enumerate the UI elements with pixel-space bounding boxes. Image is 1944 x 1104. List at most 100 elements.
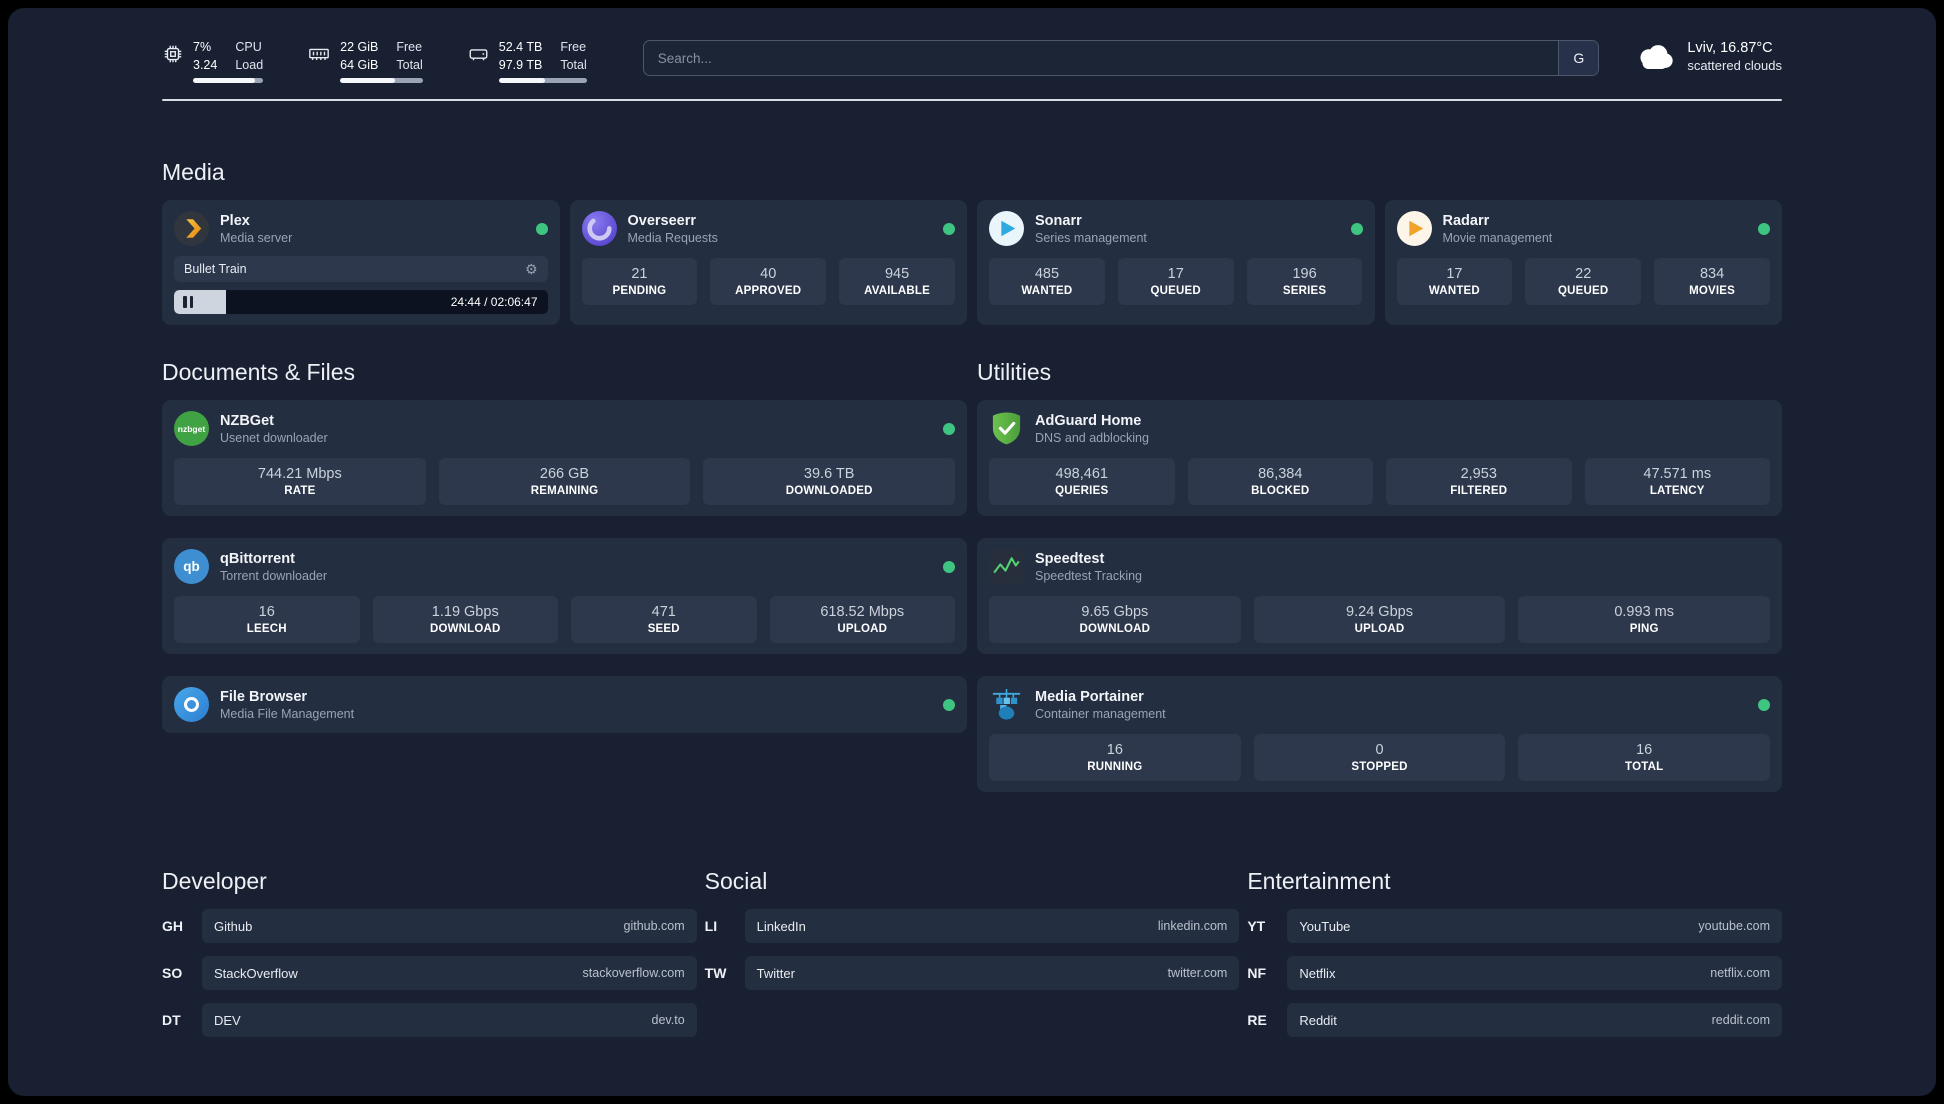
link-name: Twitter <box>756 965 795 981</box>
stat-label: UPLOAD <box>837 623 888 636</box>
nzbget-icon: nzbget <box>174 411 209 447</box>
status-dot <box>943 222 955 235</box>
plex-icon <box>174 211 209 247</box>
stat-value: 2,953 <box>1460 466 1497 483</box>
sonarr-icon <box>989 211 1024 247</box>
netflix-link[interactable]: Netflix netflix.com <box>1287 956 1782 991</box>
twitter-link[interactable]: Twitter twitter.com <box>744 956 1240 991</box>
stat-label: DOWNLOAD <box>1079 623 1151 636</box>
utilities-section-title: Utilities <box>977 359 1052 386</box>
disk-icon <box>469 49 488 61</box>
pause-icon[interactable] <box>183 296 193 309</box>
gear-icon[interactable]: ⚙ <box>525 262 538 276</box>
adguard-card[interactable]: AdGuard Home DNS and adblocking 498,461 … <box>977 400 1782 517</box>
stat-label: FILTERED <box>1450 485 1508 498</box>
portainer-card[interactable]: Media Portainer Container management 16 … <box>977 676 1782 793</box>
stat-value: 0.993 ms <box>1614 604 1674 621</box>
stat-label: BLOCKED <box>1251 485 1310 498</box>
link-name: YouTube <box>1299 918 1351 934</box>
nzbget-card[interactable]: nzbget NZBGet Usenet downloader 744.21 M… <box>162 400 967 517</box>
sonarr-card[interactable]: Sonarr Series management 485 WANTED 17 Q… <box>977 200 1375 326</box>
status-dot <box>1350 222 1363 235</box>
search-input[interactable] <box>643 41 1559 75</box>
reddit-link[interactable]: Reddit reddit.com <box>1287 1003 1782 1038</box>
entertainment-section-title: Entertainment <box>1247 868 1391 895</box>
youtube-link[interactable]: YouTube youtube.com <box>1287 909 1782 944</box>
app-name: Radarr <box>1442 212 1490 229</box>
stat-label: RUNNING <box>1087 761 1143 774</box>
link-row-dev: DT DEV dev.to <box>162 1003 697 1038</box>
social-section-title: Social <box>704 868 768 895</box>
search-engine-button[interactable]: G <box>1558 41 1599 75</box>
stat-label: REMAINING <box>530 485 599 498</box>
github-link[interactable]: Github github.com <box>202 909 697 944</box>
stat-value: 196 <box>1292 266 1317 283</box>
cpu-load-value: 3.24 <box>193 58 218 73</box>
disk-metric: 52.4 TB 97.9 TB Free Total <box>467 38 587 84</box>
disk-free-value: 52.4 TB <box>498 40 543 54</box>
stat-value: 744.21 Mbps <box>257 466 342 483</box>
radarr-icon <box>1396 211 1432 247</box>
media-section-title: Media <box>162 159 225 186</box>
app-subtitle: Media server <box>220 230 293 245</box>
filebrowser-card[interactable]: File Browser Media File Management <box>162 676 967 734</box>
stat-filtered: 2,953 FILTERED <box>1386 458 1572 506</box>
now-playing-row: Bullet Train ⚙ <box>174 256 548 283</box>
dashboard-app: 7% 3.24 CPU Load 22 GiB 64 GiB Free Tota… <box>8 8 1936 1096</box>
cpu-label: CPU <box>235 40 262 54</box>
stat-running: 16 RUNNING <box>989 734 1241 782</box>
plex-card[interactable]: Plex Media server Bullet Train ⚙ 24:44 /… <box>162 200 560 326</box>
radarr-card[interactable]: Radarr Movie management 17 WANTED 22 QUE… <box>1384 200 1782 326</box>
playback-progress-bar[interactable]: 24:44 / 02:06:47 <box>174 290 548 315</box>
stat-value: 945 <box>884 266 910 283</box>
netflix-abbr-icon: NF <box>1247 965 1266 982</box>
stat-value: 16 <box>258 604 275 621</box>
app-name: NZBGet <box>220 412 274 429</box>
stat-available: 945 AVAILABLE <box>839 258 955 306</box>
link-url: netflix.com <box>1710 966 1770 981</box>
app-name: qBittorrent <box>220 550 295 567</box>
stat-value: 834 <box>1699 266 1725 283</box>
developer-column: Developer GH Github github.com SO StackO… <box>162 868 697 1050</box>
cloud-icon <box>1640 45 1673 69</box>
stat-series: 196 SERIES <box>1246 258 1363 306</box>
stat-label: LATENCY <box>1649 485 1705 498</box>
qbittorrent-card[interactable]: qb qBittorrent Torrent downloader 16 LEE… <box>162 538 967 655</box>
stat-ping: 0.993 ms PING <box>1518 596 1771 644</box>
link-row-reddit: RE Reddit reddit.com <box>1247 1003 1782 1038</box>
app-subtitle: Usenet downloader <box>220 430 328 445</box>
speedtest-card[interactable]: Speedtest Speedtest Tracking 9.65 Gbps D… <box>977 538 1782 655</box>
dev-link[interactable]: DEV dev.to <box>202 1003 697 1038</box>
cpu-progress-bar <box>193 78 264 84</box>
weather-widget: Lviv, 16.87°C scattered clouds <box>1635 38 1782 73</box>
app-name: Media Portainer <box>1035 688 1144 705</box>
weather-condition: scattered clouds <box>1687 58 1782 73</box>
stat-label: LEECH <box>246 623 287 636</box>
stat-value: 266 GB <box>539 466 590 483</box>
cpu-usage: 7% <box>193 40 212 54</box>
stat-value: 22 <box>1575 266 1592 283</box>
stat-approved: 40 APPROVED <box>710 258 827 306</box>
stackoverflow-link[interactable]: StackOverflow stackoverflow.com <box>202 956 697 991</box>
overseerr-card[interactable]: Overseerr Media Requests 21 PENDING 40 A… <box>569 200 967 326</box>
stat-leech: 16 LEECH <box>174 596 360 644</box>
linkedin-link[interactable]: LinkedIn linkedin.com <box>744 909 1240 944</box>
app-subtitle: Series management <box>1035 230 1147 245</box>
disk-total-label: Total <box>560 58 587 73</box>
stat-value: 86,384 <box>1258 466 1303 483</box>
link-name: Netflix <box>1299 965 1336 981</box>
stat-value: 618.52 Mbps <box>820 604 905 621</box>
system-metrics: 7% 3.24 CPU Load 22 GiB 64 GiB Free Tota… <box>162 38 587 84</box>
status-dot <box>1758 222 1770 235</box>
stat-label: PENDING <box>612 285 667 298</box>
stat-value: 17 <box>1446 266 1463 283</box>
stat-value: 1.19 Gbps <box>431 604 499 621</box>
playback-progress-fill <box>174 290 227 315</box>
link-url: stackoverflow.com <box>582 966 685 981</box>
stat-wanted: 485 WANTED <box>989 258 1105 306</box>
disk-total-value: 97.9 TB <box>498 58 543 73</box>
documents-section-title: Documents & Files <box>162 359 356 386</box>
stat-value: 485 <box>1034 266 1060 283</box>
filebrowser-icon <box>174 687 209 723</box>
stat-wanted: 17 WANTED <box>1396 258 1513 306</box>
